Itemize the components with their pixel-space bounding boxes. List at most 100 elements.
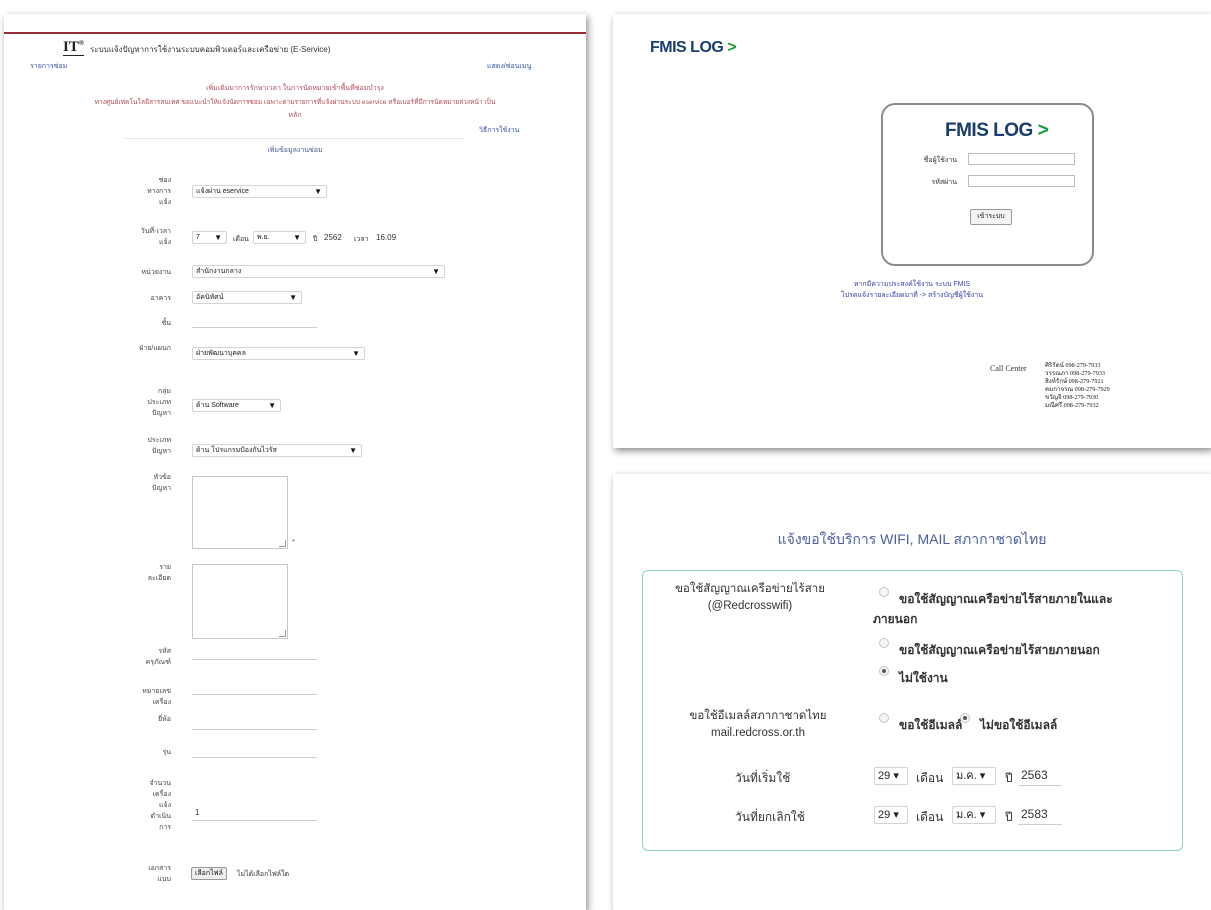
choose-file-button[interactable]: เลือกไฟล์ xyxy=(191,867,227,880)
chevron-down-icon: ▼ xyxy=(214,233,222,242)
chevron-down-icon: ▼ xyxy=(352,349,360,358)
mail-label-line-1: ขอใช้อีเมลล์สภากาชาดไทย xyxy=(689,710,827,722)
chevron-down-icon: ▼ xyxy=(314,187,322,196)
time-value: 16.09 xyxy=(376,233,397,242)
required-mark: * xyxy=(292,539,295,546)
problem-type-select[interactable]: ด้าน โปรแกรมป้องกันไวรัส ▼ xyxy=(192,444,362,457)
chevron-down-icon: ▼ xyxy=(268,401,276,410)
start-year-input[interactable]: 2563 xyxy=(1018,767,1062,786)
model-input[interactable] xyxy=(192,757,317,758)
brand-input[interactable] xyxy=(192,729,317,730)
end-day-select[interactable]: 29 ▾ xyxy=(874,806,908,824)
department-label: หน่วยงาน xyxy=(141,269,171,276)
mail-option-yes-radio[interactable] xyxy=(879,713,889,723)
subject-textarea[interactable] xyxy=(192,476,288,549)
end-date-label: วันที่ยกเลิกใช้ xyxy=(735,810,805,824)
model-label: รุ่น xyxy=(162,749,171,756)
wifi-option-inout-radio[interactable] xyxy=(879,587,889,597)
chevron-down-icon: ▼ xyxy=(289,293,297,302)
day-select[interactable]: 7 ▼ xyxy=(192,231,227,244)
start-month-select[interactable]: ม.ค. ▾ xyxy=(952,767,996,785)
serial-input[interactable] xyxy=(192,694,317,695)
mail-label: ขอใช้อีเมลล์สภากาชาดไทย mail.redcross.or… xyxy=(673,708,843,742)
fmis-create-account-link[interactable]: โปรดแจ้งรายละเอียดมาที่ -> สร้างบัญชีผู้… xyxy=(613,291,1211,301)
problem-group-label: กลุ่มประเภทปัญหา xyxy=(147,388,171,417)
division-select[interactable]: ฝ่ายพัฒนาบุคคล ▼ xyxy=(192,347,365,360)
notice-line-3: หลัก xyxy=(288,112,302,119)
end-year-label: ปี xyxy=(1005,810,1013,824)
wifi-option-none-label[interactable]: ไม่ใช้งาน xyxy=(899,669,948,688)
fmis-logo: FMIS LOG > xyxy=(945,120,1049,141)
resize-handle-icon[interactable] xyxy=(279,540,286,547)
fmis-login-window: FMIS LOG > FMIS LOG > ชื่อผู้ใช้งาน รหัส… xyxy=(613,14,1211,448)
mail-option-no-radio[interactable] xyxy=(960,713,970,723)
wifi-mail-window: แจ้งขอใช้บริการ WIFI, MAIL สภากาชาดไทย ข… xyxy=(613,474,1211,910)
time-label: เวลา xyxy=(354,236,369,243)
password-input[interactable] xyxy=(968,175,1075,187)
mail-option-yes-label[interactable]: ขอใช้อีเมลล์ xyxy=(899,716,962,735)
start-date-label: วันที่เริ่มใช้ xyxy=(735,771,791,785)
manual-link[interactable]: วิธีการใช้งาน xyxy=(479,125,519,136)
username-input[interactable] xyxy=(968,153,1075,165)
call-center-line: คมกาจรณ 098-279-7929 xyxy=(1045,386,1110,393)
month-select[interactable]: พ.ย. ▼ xyxy=(253,231,306,244)
year-value: 2562 xyxy=(324,233,342,242)
year-label: ปี xyxy=(313,236,318,243)
start-day-select[interactable]: 29 ▾ xyxy=(874,767,908,785)
chevron-down-icon: ▾ xyxy=(979,809,986,821)
resize-handle-icon[interactable] xyxy=(279,630,286,637)
month-label: เดือน xyxy=(233,236,249,243)
mail-option-no-label[interactable]: ไม่ขอใช้อีเมลล์ xyxy=(980,716,1057,735)
chevron-down-icon: ▾ xyxy=(893,809,899,821)
asset-code-input[interactable] xyxy=(192,659,317,660)
section-title: เพิ่มข้อมูลงานซ่อม xyxy=(267,147,323,154)
it-logo: IT® xyxy=(63,36,85,56)
end-month-select[interactable]: ม.ค. ▾ xyxy=(952,806,996,824)
datetime-label: วันที่-เวลาแจ้ง xyxy=(140,228,171,246)
asset-code-label: รหัสครุภัณฑ์ xyxy=(145,648,171,666)
call-center-line: สิงห์รักษ์ 098-279-7921 xyxy=(1045,378,1104,385)
details-textarea[interactable] xyxy=(192,564,288,639)
chevron-down-icon: ▾ xyxy=(979,770,986,782)
department-select[interactable]: สำนักงานกลาง ▼ xyxy=(192,265,445,278)
channel-select[interactable]: แจ้งผ่าน eservice ▼ xyxy=(192,185,327,198)
wifi-option-out-label[interactable]: ขอใช้สัญญาณเครือข่ายไร้สายภายนอก xyxy=(899,641,1100,660)
attachment-label: เอกสารแนบ xyxy=(148,865,171,883)
username-label: ชื่อผู้ใช้งาน xyxy=(923,157,957,164)
section-divider xyxy=(124,138,464,139)
repair-list-link[interactable]: รายการซ่อม xyxy=(30,61,67,72)
serial-label: หมายเลขเครื่อง xyxy=(142,688,171,706)
toggle-menu-link[interactable]: แสดง/ซ่อนเมนู xyxy=(487,61,531,72)
wifi-form-title: แจ้งขอใช้บริการ WIFI, MAIL สภากาชาดไทย xyxy=(777,531,1047,547)
start-year-label: ปี xyxy=(1005,771,1013,785)
chevron-down-icon: ▼ xyxy=(349,446,357,455)
floor-label: ชั้น xyxy=(161,320,171,327)
end-year-input[interactable]: 2583 xyxy=(1018,806,1062,825)
notice-line-2: ทางศูนย์เทคโนโลยีสารสนเทศ ขอแนะนำให้แจ้ง… xyxy=(94,99,496,106)
password-label: รหัสผ่าน xyxy=(931,179,957,186)
wifi-label-line-1: ขอใช้สัญญาณเครือข่ายไร้สาย xyxy=(675,583,825,595)
wifi-option-none-radio[interactable] xyxy=(879,666,889,676)
problem-type-label: ประเภทปัญหา xyxy=(147,437,171,455)
call-center-list: ศิริรัตน์ 098-279-7933 วรรณภา 098-279-79… xyxy=(1045,362,1110,410)
login-button[interactable]: เข้าระบบ xyxy=(970,209,1012,225)
count-input[interactable] xyxy=(192,820,317,821)
chevron-right-icon: > xyxy=(1037,120,1049,141)
fmis-note-line-1: หากมีความประสงค์ใช้งาน ระบบ FMIS xyxy=(853,281,971,288)
wifi-option-out-radio[interactable] xyxy=(879,638,889,648)
end-month-label: เดือน xyxy=(916,810,944,824)
eservice-window: IT® ระบบแจ้งปัญหาการใช้งานระบบคอมพิวเตอร… xyxy=(4,14,586,910)
notice-line-1: เพิ่มเติมมาการรักษาเวลา ในการนัดหมายเข้า… xyxy=(206,85,384,92)
wifi-option-inout-label[interactable]: ขอใช้สัญญาณเครือข่ายไร้สายภายในและ xyxy=(899,590,1113,609)
building-select[interactable]: อัคนิทัศน์ ▼ xyxy=(192,291,302,304)
wifi-label: ขอใช้สัญญาณเครือข่ายไร้สาย (@Redcrosswif… xyxy=(665,581,835,615)
chevron-right-icon: > xyxy=(727,39,737,56)
problem-group-select[interactable]: ด้าน Software ▼ xyxy=(192,399,281,412)
details-label: รายละเอียด xyxy=(147,564,171,582)
call-center-line: วรรณภา 098-279-7933 xyxy=(1045,370,1106,377)
floor-input[interactable] xyxy=(192,327,317,328)
call-center-line: ศิริรัตน์ 098-279-7933 xyxy=(1045,362,1101,369)
header-rule xyxy=(4,32,586,34)
file-status: ไม่ได้เลือกไฟล์ใด xyxy=(237,871,290,878)
wifi-option-inout-label-cont: ภายนอก xyxy=(873,612,918,626)
